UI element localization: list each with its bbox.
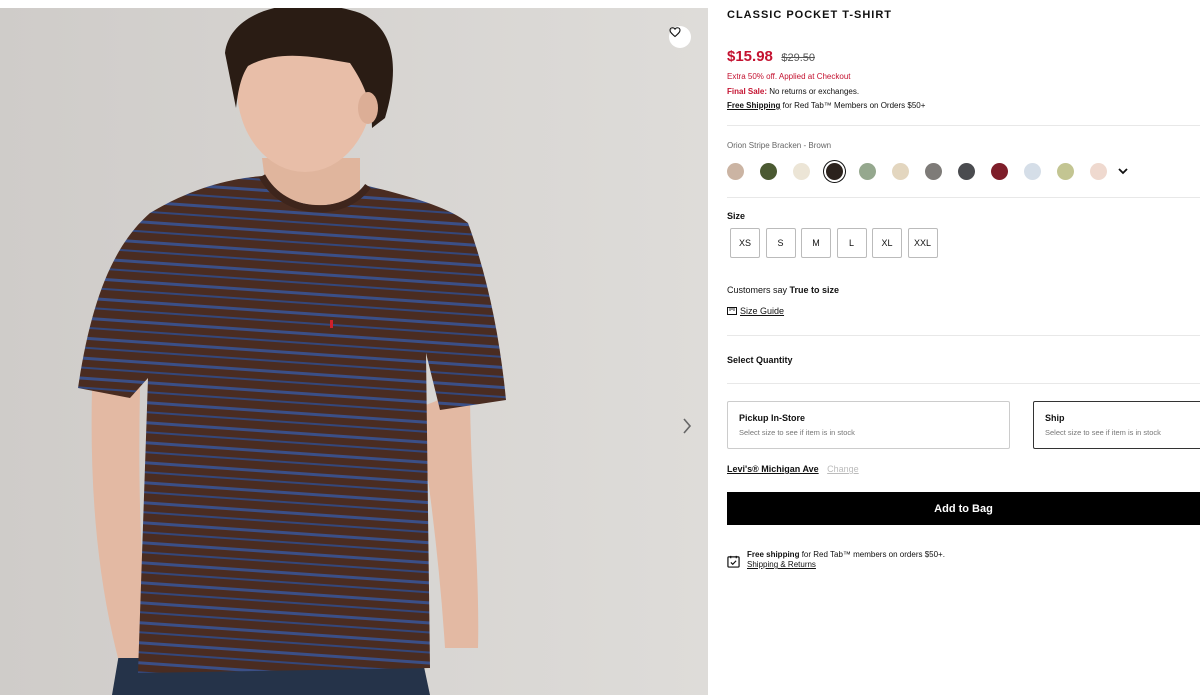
color-swatch[interactable] [793, 162, 810, 180]
ship-option[interactable]: Ship Select size to see if item is in st… [1033, 401, 1200, 449]
change-store-link[interactable]: Change [827, 464, 859, 474]
ship-title: Ship [1045, 413, 1065, 423]
selected-color-name: Orion Stripe Bracken - Brown [727, 141, 832, 150]
final-sale-label: Final Sale: [727, 87, 768, 96]
free-shipping-info-label: Free shipping [747, 550, 800, 559]
size-selector: XS S M L XL XXL [730, 228, 943, 258]
shipping-returns-link[interactable]: Shipping & Returns [747, 560, 945, 570]
fit-prefix: Customers say [727, 285, 788, 295]
color-swatches [727, 161, 1129, 181]
chevron-right-icon [683, 418, 692, 434]
sale-price: $15.98 [727, 48, 773, 65]
size-guide-link[interactable]: Size Guide [727, 306, 784, 316]
size-option-l[interactable]: L [836, 228, 867, 258]
free-shipping-link[interactable]: Free Shipping [727, 101, 780, 110]
color-swatch[interactable] [826, 162, 843, 180]
fit-feedback: Customers say True to size [727, 285, 839, 295]
shipping-info: Free shipping for Red Tab™ members on or… [727, 550, 945, 570]
add-to-bag-button[interactable]: Add to Bag [727, 492, 1200, 525]
color-swatch[interactable] [760, 162, 777, 180]
shipping-info-text: Free shipping for Red Tab™ members on or… [747, 550, 945, 570]
color-swatch[interactable] [892, 162, 909, 180]
store-selection: Levi's® Michigan Ave Change [727, 464, 859, 474]
product-image [0, 8, 708, 695]
divider [727, 335, 1200, 336]
color-swatch[interactable] [1057, 162, 1074, 180]
original-price: $29.50 [781, 52, 815, 64]
size-option-xs[interactable]: XS [730, 228, 760, 258]
pickup-title: Pickup In-Store [739, 413, 806, 423]
free-shipping-notice: Free Shipping for Red Tab™ Members on Or… [727, 101, 925, 110]
divider [727, 197, 1200, 198]
final-sale-notice: Final Sale: No returns or exchanges. [727, 87, 859, 96]
size-guide-label: Size Guide [740, 306, 785, 316]
pickup-in-store-option[interactable]: Pickup In-Store Select size to see if it… [727, 401, 1010, 449]
final-sale-text: No returns or exchanges. [769, 87, 860, 96]
price-row: $15.98 $29.50 [727, 48, 815, 66]
free-shipping-info-text: for Red Tab™ members on orders $50+. [801, 550, 945, 559]
ship-subtitle: Select size to see if item is in stock [1045, 428, 1161, 437]
color-swatch[interactable] [925, 162, 942, 180]
color-swatch[interactable] [958, 162, 975, 180]
color-swatch[interactable] [1090, 162, 1107, 180]
store-name-link[interactable]: Levi's® Michigan Ave [727, 464, 819, 474]
wishlist-button[interactable] [669, 26, 691, 48]
size-label: Size [727, 211, 746, 221]
fit-value: True to size [789, 285, 840, 295]
product-title: CLASSIC POCKET T-SHIRT [727, 9, 893, 21]
promo-message: Extra 50% off. Applied at Checkout [727, 72, 851, 81]
color-swatch[interactable] [1024, 162, 1041, 180]
divider [727, 383, 1200, 384]
product-photo [0, 8, 708, 695]
size-option-xxl[interactable]: XXL [907, 228, 938, 258]
heart-icon [669, 27, 681, 38]
free-shipping-text: for Red Tab™ Members on Orders $50+ [782, 101, 926, 110]
color-swatch[interactable] [859, 162, 876, 180]
color-swatch[interactable] [991, 162, 1008, 180]
next-image-button[interactable] [682, 418, 700, 442]
size-option-xl[interactable]: XL [872, 228, 902, 258]
calendar-check-icon [727, 555, 740, 568]
size-option-m[interactable]: M [801, 228, 831, 258]
pickup-subtitle: Select size to see if item is in stock [739, 428, 855, 437]
ruler-icon [727, 307, 737, 315]
product-details: CLASSIC POCKET T-SHIRT $15.98 $29.50 Ext… [727, 0, 1200, 695]
color-swatch[interactable] [727, 162, 744, 180]
size-option-s[interactable]: S [765, 228, 796, 258]
divider [727, 125, 1200, 126]
chevron-down-icon [1118, 168, 1128, 175]
select-quantity-label: Select Quantity [727, 355, 793, 365]
more-colors-button[interactable] [1117, 165, 1129, 177]
